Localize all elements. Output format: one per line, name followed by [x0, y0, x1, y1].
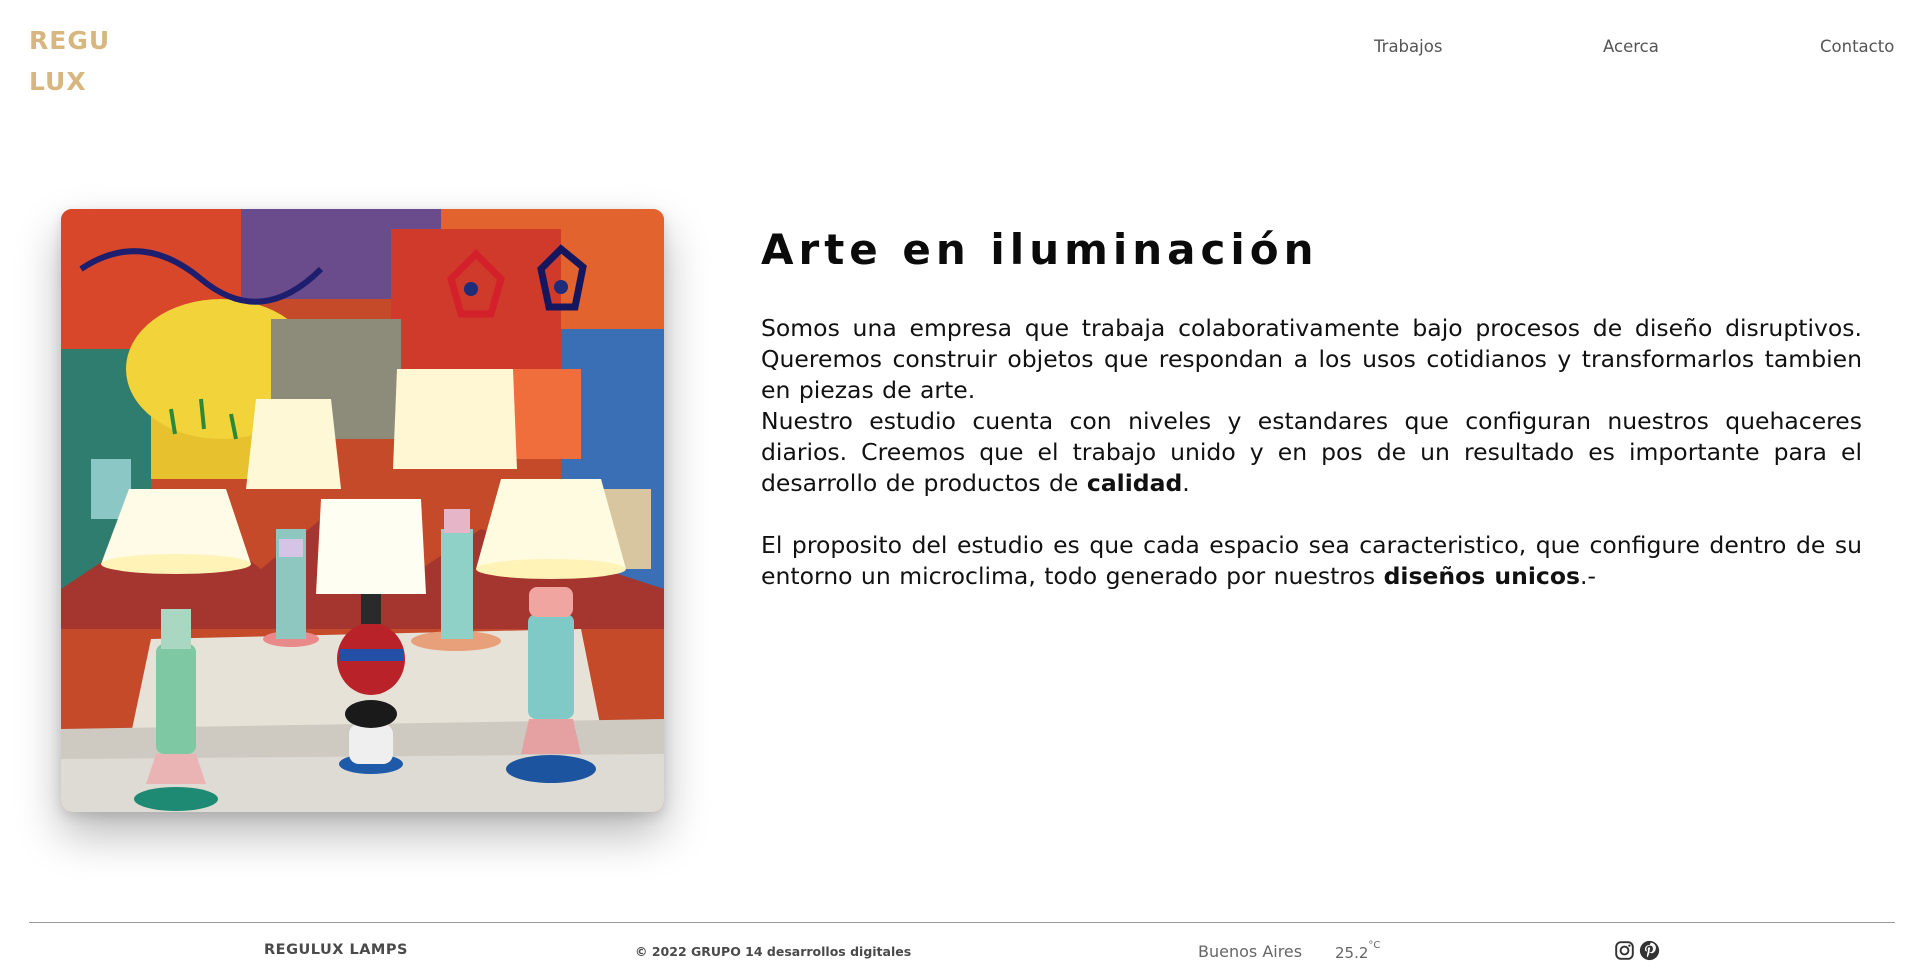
page-title: Arte en iluminación — [761, 225, 1319, 274]
purpose-text: El proposito del estudio es que cada esp… — [761, 531, 1862, 590]
nav-link-contacto[interactable]: Contacto — [1820, 37, 1894, 56]
social-links — [1614, 940, 1660, 961]
intro-text-2: Nuestro estudio cuenta con niveles y est… — [761, 407, 1862, 497]
footer-copyright: © 2022 GRUPO 14 desarrollos digitales — [635, 944, 912, 959]
temperature-unit: °C — [1368, 940, 1381, 951]
purpose-paragraph: El proposito del estudio es que cada esp… — [761, 530, 1862, 592]
intro-end-text: . — [1182, 469, 1190, 497]
purpose-bold-text: diseños unicos — [1383, 562, 1580, 590]
main-nav: Trabajos Acerca Contacto — [0, 37, 1911, 61]
intro-paragraph: Somos una empresa que trabaja colaborati… — [761, 313, 1862, 499]
about-section: Arte en iluminación Somos una empresa qu… — [761, 219, 1862, 592]
footer-city: Buenos Aires — [1198, 942, 1303, 961]
instagram-icon[interactable] — [1614, 940, 1635, 961]
footer-divider — [29, 922, 1895, 923]
footer-temperature: 25.2°C — [1335, 940, 1380, 962]
logo[interactable]: REGU LUX — [29, 20, 110, 102]
pinterest-icon[interactable] — [1639, 940, 1660, 961]
intro-bold-text: calidad — [1086, 469, 1183, 497]
intro-text-1: Somos una empresa que trabaja colaborati… — [761, 314, 1862, 404]
nav-link-trabajos[interactable]: Trabajos — [1374, 37, 1442, 56]
nav-link-acerca[interactable]: Acerca — [1603, 37, 1659, 56]
footer-brand: REGULUX LAMPS — [264, 942, 408, 958]
lamps-photo — [61, 209, 664, 812]
temperature-value: 25.2 — [1335, 944, 1369, 962]
site-footer: REGULUX LAMPS © 2022 GRUPO 14 desarrollo… — [0, 938, 1911, 966]
logo-line-2: LUX — [29, 67, 87, 96]
purpose-end-text: .- — [1580, 562, 1596, 590]
